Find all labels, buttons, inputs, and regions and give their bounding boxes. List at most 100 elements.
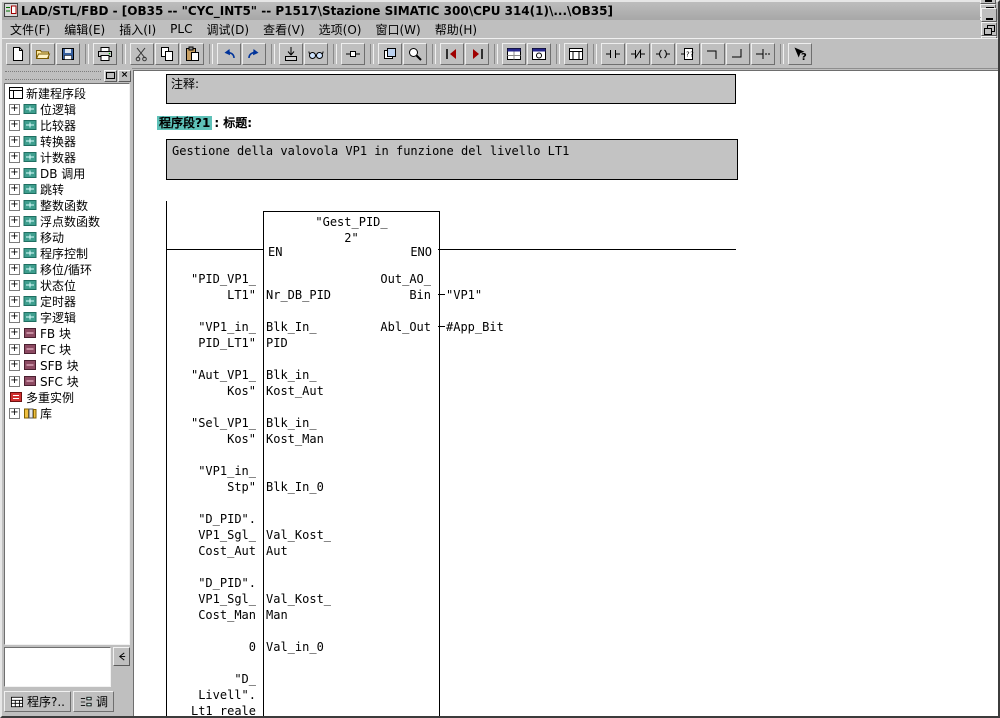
panel-close-button[interactable]: × [118, 70, 131, 82]
sidebar-item-integer-math[interactable]: 整数函数 [5, 197, 129, 213]
cut-button[interactable] [130, 43, 154, 65]
open-branch-button[interactable] [701, 43, 725, 65]
paste-button[interactable] [180, 43, 204, 65]
redo-button[interactable] [242, 43, 266, 65]
menu-item-plc[interactable]: PLC [163, 21, 199, 37]
sidebar-item-sfb-blocks[interactable]: SFB 块 [5, 357, 129, 373]
insert-input-button[interactable] [751, 43, 775, 65]
sidebar-item-new-network[interactable]: 新建程序段 [5, 85, 129, 101]
expand-icon[interactable] [9, 232, 20, 243]
expand-icon[interactable] [9, 312, 20, 323]
menu-item-help[interactable]: 帮助(H) [428, 20, 484, 39]
output-operand[interactable]: #App_Bit [446, 319, 504, 335]
expand-icon[interactable] [9, 104, 20, 115]
save-button[interactable] [56, 43, 80, 65]
input-operand[interactable]: "VP1_in_Stp" [156, 463, 256, 495]
expand-icon[interactable] [9, 280, 20, 291]
undo-button[interactable] [217, 43, 241, 65]
expand-icon[interactable] [9, 296, 20, 307]
floppy-icon [60, 46, 76, 62]
help-button[interactable]: ? [788, 43, 812, 65]
menu-item-edit[interactable]: 编辑(E) [57, 20, 112, 39]
input-pin-label: Blk_In_0 [266, 479, 324, 495]
contact-no-button[interactable] [601, 43, 625, 65]
input-operand[interactable]: 0 [156, 639, 256, 655]
sidebar-item-comparator[interactable]: 比较器 [5, 117, 129, 133]
menu-item-file[interactable]: 文件(F) [3, 20, 57, 39]
sidebar-item-status-bits[interactable]: 状态位 [5, 277, 129, 293]
close-branch-button[interactable] [726, 43, 750, 65]
expand-icon[interactable] [9, 328, 20, 339]
menu-item-debug[interactable]: 调试(D) [199, 20, 256, 39]
new-network-button[interactable] [564, 43, 588, 65]
doc-restore-button[interactable] [981, 22, 997, 36]
close-icon: × [121, 71, 129, 80]
print-button[interactable] [93, 43, 117, 65]
copy-button[interactable] [155, 43, 179, 65]
expand-icon[interactable] [9, 344, 20, 355]
symbolic-representation-button[interactable] [341, 43, 365, 65]
empty-box-button[interactable]: ?? [676, 43, 700, 65]
tab-call-structure[interactable]: 调 [73, 691, 114, 712]
menu-item-view[interactable]: 查看(V) [256, 20, 312, 39]
detail-view-button[interactable] [527, 43, 551, 65]
sidebar-item-jump[interactable]: 跳转 [5, 181, 129, 197]
description-toggle-button[interactable] [113, 647, 130, 666]
sidebar-item-counter[interactable]: 计数器 [5, 149, 129, 165]
zoom-button[interactable] [403, 43, 427, 65]
sidebar-item-multi-instance[interactable]: 多重实例 [5, 389, 129, 405]
expand-icon[interactable] [9, 216, 20, 227]
panel-grip[interactable] [5, 71, 101, 80]
contact-nc-button[interactable] [626, 43, 650, 65]
sidebar-item-fb-blocks[interactable]: FB 块 [5, 325, 129, 341]
emptybox-icon: ?? [680, 46, 696, 62]
next-error-button[interactable] [465, 43, 489, 65]
expand-icon[interactable] [9, 152, 20, 163]
expand-icon[interactable] [9, 136, 20, 147]
input-operand[interactable]: "Sel_VP1_Kos" [156, 415, 256, 447]
panel-dock-button[interactable] [104, 70, 117, 82]
symbol-selection-button[interactable] [378, 43, 402, 65]
input-operand[interactable]: "D_PID".VP1_Sgl_Cost_Man [156, 575, 256, 623]
sidebar-item-program-control[interactable]: 程序控制 [5, 245, 129, 261]
sidebar-item-shift-rotate[interactable]: 移位/循环 [5, 261, 129, 277]
expand-icon[interactable] [9, 168, 20, 179]
doc-minimize-button[interactable] [981, 8, 997, 22]
sidebar-item-db-call[interactable]: DB 调用 [5, 165, 129, 181]
menu-item-insert[interactable]: 插入(I) [112, 20, 163, 39]
sidebar-item-word-logic[interactable]: 字逻辑 [5, 309, 129, 325]
category-icon [23, 151, 37, 163]
open-button[interactable] [31, 43, 55, 65]
sidebar-item-bit-logic[interactable]: 位逻辑 [5, 101, 129, 117]
coil-button[interactable] [651, 43, 675, 65]
expand-icon[interactable] [9, 248, 20, 259]
input-operand[interactable]: "D_Livell".Lt1 reale [156, 671, 256, 716]
input-operand[interactable]: "Aut_VP1_Kos" [156, 367, 256, 399]
download-button[interactable] [279, 43, 303, 65]
expand-icon[interactable] [9, 376, 20, 387]
overview-window-button[interactable] [502, 43, 526, 65]
sidebar-item-timers[interactable]: 定时器 [5, 293, 129, 309]
input-operand[interactable]: "PID_VP1_LT1" [156, 271, 256, 303]
input-operand[interactable]: "D_PID".VP1_Sgl_Cost_Aut [156, 511, 256, 559]
sidebar-item-converter[interactable]: 转换器 [5, 133, 129, 149]
menu-item-options[interactable]: 选项(O) [312, 20, 369, 39]
sidebar-item-fc-blocks[interactable]: FC 块 [5, 341, 129, 357]
previous-error-button[interactable] [440, 43, 464, 65]
monitor-button[interactable] [304, 43, 328, 65]
new-button[interactable] [6, 43, 30, 65]
expand-icon[interactable] [9, 120, 20, 131]
input-operand[interactable]: "VP1_in_PID_LT1" [156, 319, 256, 351]
expand-icon[interactable] [9, 360, 20, 371]
sidebar-item-float-math[interactable]: 浮点数函数 [5, 213, 129, 229]
sidebar-item-libraries[interactable]: 库 [5, 405, 129, 421]
sidebar-item-move[interactable]: 移动 [5, 229, 129, 245]
output-operand[interactable]: "VP1" [446, 287, 482, 303]
expand-icon[interactable] [9, 200, 20, 211]
menu-item-window[interactable]: 窗口(W) [368, 20, 427, 39]
expand-icon[interactable] [9, 184, 20, 195]
tab-program-elements[interactable]: 程序?.. [4, 691, 71, 712]
expand-icon[interactable] [9, 264, 20, 275]
expand-icon[interactable] [9, 408, 20, 419]
sidebar-item-sfc-blocks[interactable]: SFC 块 [5, 373, 129, 389]
